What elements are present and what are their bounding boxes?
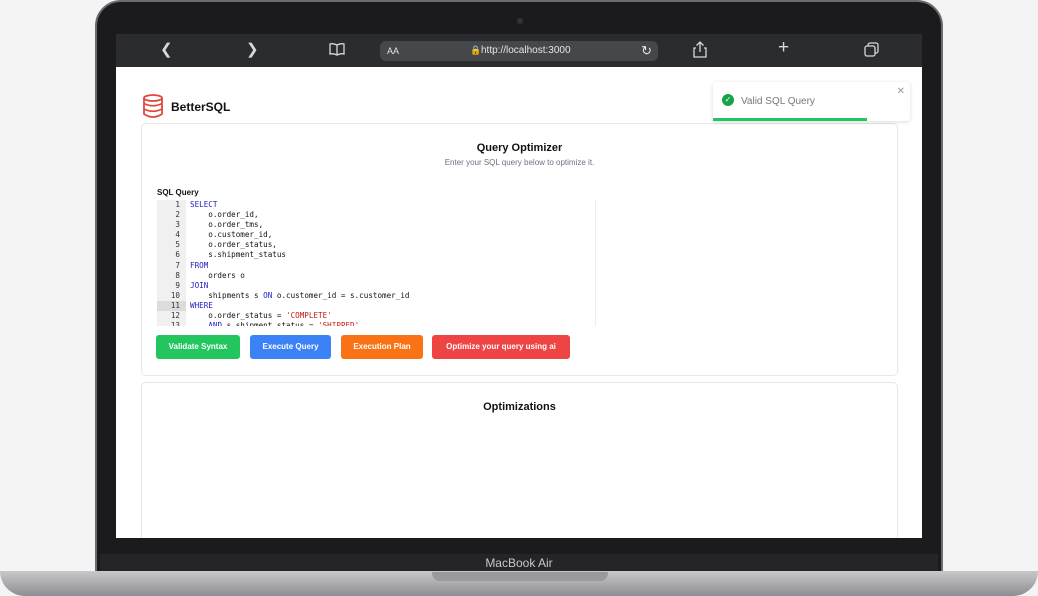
line-number-gutter: 1 2 3 4 5 6 7 8 9 10 11 12 13 — [157, 200, 186, 326]
url-text[interactable]: http://localhost:3000 — [481, 45, 571, 56]
code-line[interactable]: s.shipment_status — [190, 250, 590, 260]
line-number: 3 — [175, 220, 180, 230]
line-number: 13 — [170, 321, 180, 326]
optimizations-title: Optimizations — [483, 401, 556, 413]
line-number: 10 — [170, 290, 180, 300]
new-tab-icon[interactable]: + — [778, 38, 789, 57]
line-number: 6 — [175, 250, 180, 260]
page-subtitle: Enter your SQL query below to optimize i… — [444, 158, 595, 167]
line-number: 2 — [175, 210, 180, 220]
line-number: 7 — [175, 260, 180, 270]
camera-icon — [517, 18, 523, 24]
page-title: Query Optimizer — [476, 142, 563, 154]
tabs-overview-icon[interactable] — [864, 42, 879, 62]
line-number: 1 — [175, 200, 180, 209]
optimize-ai-button[interactable]: Optimize your query using ai — [432, 335, 570, 359]
sql-editor[interactable]: 1 2 3 4 5 6 7 8 9 10 11 12 13 SELECT o.order_id, o.o… — [157, 200, 596, 326]
reload-icon[interactable]: ↻ — [641, 43, 652, 59]
code-line[interactable]: SELECT — [190, 200, 590, 210]
device-label: MacBook Air — [485, 556, 553, 570]
toast-progress-bar — [713, 118, 867, 121]
code-line[interactable]: shipments s ON o.customer_id = s.custome… — [190, 291, 590, 301]
validate-syntax-button[interactable]: Validate Syntax — [156, 335, 240, 359]
database-icon — [142, 94, 164, 123]
app-name: BetterSQL — [171, 100, 231, 114]
line-number: 5 — [175, 240, 180, 250]
reader-mode-button[interactable]: AA — [387, 46, 399, 56]
back-icon[interactable]: ❮ — [160, 41, 173, 59]
toast-notification: ✓ Valid SQL Query ✕ — [713, 82, 910, 121]
line-number: 12 — [170, 311, 180, 321]
optimizations-card: Optimizations — [141, 382, 898, 538]
code-line[interactable]: o.order_id, — [190, 210, 590, 220]
line-number: 8 — [175, 270, 180, 280]
query-optimizer-card: Query Optimizer Enter your SQL query bel… — [141, 123, 898, 376]
code-line[interactable]: orders o — [190, 271, 590, 281]
check-circle-icon: ✓ — [722, 94, 734, 106]
code-area[interactable]: SELECT o.order_id, o.order_tms, o.custom… — [190, 200, 590, 326]
code-line[interactable]: JOIN — [190, 281, 590, 291]
lock-icon: 🔒 — [470, 45, 482, 55]
toast-message: Valid SQL Query — [741, 96, 815, 107]
code-line[interactable]: o.order_tms, — [190, 220, 590, 230]
bookmarks-icon[interactable] — [329, 42, 345, 61]
line-number: 9 — [175, 280, 180, 290]
close-icon[interactable]: ✕ — [897, 86, 905, 97]
code-line[interactable]: o.order_status, — [190, 240, 590, 250]
code-line[interactable]: AND s.shipment_status = 'SHIPPED' — [190, 321, 590, 326]
screen: ❮ ❯ AA 🔒 http://localhost:3000 ↻ + Bette… — [116, 34, 922, 538]
code-line[interactable]: WHERE — [190, 301, 590, 311]
app: BetterSQL Query Optimizer Enter your SQL… — [116, 67, 922, 538]
execute-query-button[interactable]: Execute Query — [250, 335, 331, 359]
line-number: 4 — [175, 230, 180, 240]
share-icon[interactable] — [693, 41, 707, 63]
sql-query-label: SQL Query — [157, 188, 199, 197]
address-bar[interactable]: AA 🔒 http://localhost:3000 ↻ — [380, 41, 658, 61]
code-line[interactable]: o.order_status = 'COMPLETE' — [190, 311, 590, 321]
execution-plan-button[interactable]: Execution Plan — [341, 335, 423, 359]
line-number: 11 — [157, 300, 186, 312]
forward-icon[interactable]: ❯ — [246, 41, 259, 59]
code-line[interactable]: o.customer_id, — [190, 230, 590, 240]
laptop-notch — [432, 572, 608, 581]
browser-toolbar: ❮ ❯ AA 🔒 http://localhost:3000 ↻ + — [116, 34, 922, 67]
code-line[interactable]: FROM — [190, 261, 590, 271]
